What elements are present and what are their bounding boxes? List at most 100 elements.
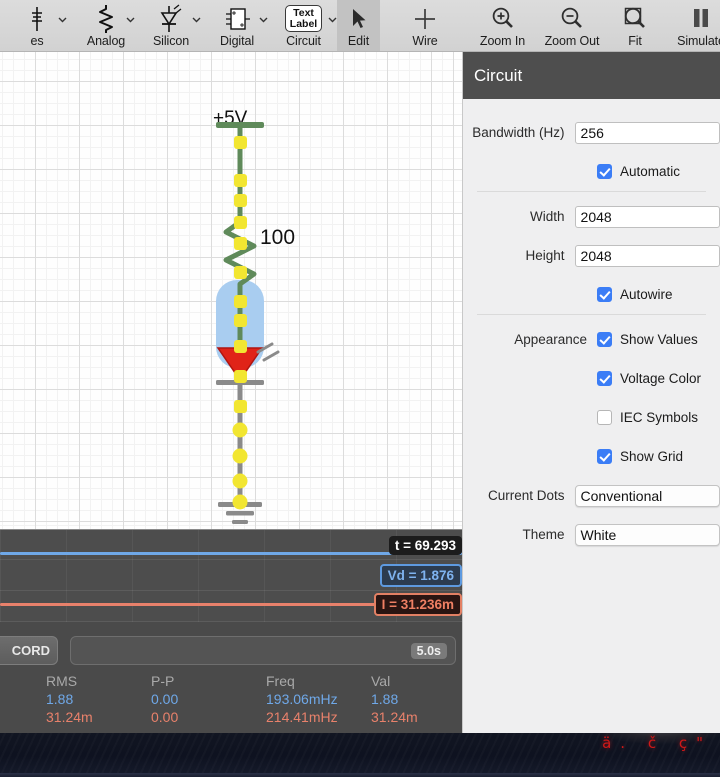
toolbar-item-circuit[interactable]: Text Label Circuit — [270, 0, 337, 51]
width-row: Width 2048 — [463, 197, 720, 236]
toolbar-item-zoom-in[interactable]: Zoom In — [470, 0, 535, 51]
bandwidth-label: Bandwidth (Hz) — [472, 125, 565, 140]
show-values-label: Show Values — [620, 332, 698, 347]
chevron-down-icon[interactable] — [57, 12, 68, 23]
toolbar-item-sources[interactable]: es — [0, 0, 74, 51]
oscilloscope-panel: t = 69.293 Vd = 1.876 I = 31.236m CORD 5… — [0, 529, 462, 733]
voltage-val: 1.88 — [371, 691, 399, 707]
show-values-row: Appearance Show Values — [463, 320, 720, 359]
schematic-canvas[interactable]: +5V 100 — [0, 52, 462, 529]
width-label: Width — [530, 209, 565, 224]
theme-select[interactable]: White — [574, 523, 720, 546]
current-val: 31.24m — [371, 709, 418, 725]
ic-chip-icon — [222, 3, 252, 34]
show-grid-checkbox[interactable] — [597, 449, 612, 464]
current-dots-row: Current Dots Conventional — [463, 476, 720, 515]
toolbar-item-wire[interactable]: Wire — [380, 0, 470, 51]
header-rms: RMS — [46, 673, 78, 689]
current-dots-select[interactable]: Conventional — [574, 484, 720, 507]
toolbar-item-edit[interactable]: Edit — [337, 0, 380, 51]
table-row: 1.88 0.00 193.06mHz 1.88 — [46, 690, 461, 708]
autowire-label: Autowire — [620, 287, 673, 302]
current-freq: 214.41mHz — [266, 709, 338, 725]
app-window: es Analog Silicon Digital Text Label Cir… — [0, 0, 720, 733]
toolbar-label-digital: Digital — [219, 34, 255, 48]
bandwidth-input[interactable]: 256 — [574, 121, 720, 144]
voltage-color-row: Voltage Color — [463, 359, 720, 398]
scope-waveform-plot[interactable]: t = 69.293 Vd = 1.876 I = 31.236m — [0, 530, 462, 622]
appearance-label: Appearance — [514, 332, 587, 347]
scope-controls: CORD 5.0s — [0, 626, 462, 670]
show-grid-row: Show Grid — [463, 437, 720, 476]
current-pp: 0.00 — [151, 709, 179, 725]
toolbar-item-zoom-out[interactable]: Zoom Out — [535, 0, 609, 51]
ground-bar-3 — [232, 520, 248, 524]
diode-icon — [158, 3, 184, 34]
iec-symbols-checkbox[interactable] — [597, 410, 612, 425]
toolbar-label-sources: es — [30, 34, 44, 48]
current-dots-label: Current Dots — [488, 488, 565, 503]
bandwidth-row: Bandwidth (Hz) 256 — [463, 113, 720, 152]
show-grid-label: Show Grid — [620, 449, 684, 464]
automatic-label: Automatic — [620, 164, 681, 179]
toolbar-item-simulate[interactable]: Simulate — [661, 0, 720, 51]
theme-row: Theme White — [463, 515, 720, 554]
toolbar-item-silicon[interactable]: Silicon — [138, 0, 204, 51]
toolbar-label-zoom-out: Zoom Out — [544, 34, 600, 48]
record-button[interactable]: CORD — [0, 636, 58, 665]
resistor-icon — [95, 3, 117, 34]
header-val: Val — [371, 673, 391, 689]
inspector-panel: Circuit Bandwidth (Hz) 256 Automatic Wid… — [462, 52, 720, 733]
automatic-checkbox[interactable] — [597, 164, 612, 179]
autowire-row: Autowire — [463, 275, 720, 314]
cursor-arrow-icon — [350, 3, 368, 34]
toolbar-label-edit: Edit — [347, 34, 370, 48]
plus-icon — [411, 3, 439, 34]
voltage-freq: 193.06mHz — [266, 691, 338, 707]
voltage-source-rail — [216, 122, 264, 128]
sources-icon — [24, 3, 67, 34]
desktop-bottom-strip — [0, 773, 720, 777]
theme-label: Theme — [522, 527, 565, 542]
magnifier-plus-icon — [489, 3, 517, 34]
height-row: Height 2048 — [463, 236, 720, 275]
toolbar-label-analog: Analog — [86, 34, 126, 48]
main-toolbar: es Analog Silicon Digital Text Label Cir… — [0, 0, 720, 52]
current-badge: I = 31.236m — [373, 593, 462, 616]
header-pp: P-P — [151, 673, 175, 689]
height-label: Height — [525, 248, 565, 263]
magnifier-fit-icon — [621, 3, 649, 34]
ground-bar-2 — [226, 511, 254, 516]
voltage-pp: 0.00 — [151, 691, 179, 707]
inspector-title: Circuit — [474, 65, 523, 85]
toolbar-label-fit: Fit — [628, 34, 642, 48]
voltage-color-checkbox[interactable] — [597, 371, 612, 386]
toolbar-item-analog[interactable]: Analog — [74, 0, 138, 51]
autowire-checkbox[interactable] — [597, 287, 612, 302]
chevron-down-icon[interactable] — [258, 12, 269, 23]
resistor-value-label: 100 — [260, 226, 296, 249]
iec-symbols-row: IEC Symbols — [463, 398, 720, 437]
show-values-checkbox[interactable] — [597, 332, 612, 347]
header-freq: Freq — [266, 673, 295, 689]
toolbar-label-zoom-in: Zoom In — [479, 34, 526, 48]
text-label-icon: Text Label — [284, 3, 323, 34]
wallpaper-glyphs: ä. č ç" — [602, 734, 712, 752]
toolbar-label-wire: Wire — [412, 34, 438, 48]
measurements-table: RMS P-P Freq Val 1.88 0.00 193.06mHz 1.8… — [0, 672, 462, 733]
chevron-down-icon[interactable] — [125, 12, 136, 23]
toolbar-label-silicon: Silicon — [152, 34, 190, 48]
chevron-down-icon[interactable] — [191, 12, 202, 23]
height-input[interactable]: 2048 — [574, 244, 720, 267]
voltage-color-label: Voltage Color — [620, 371, 702, 386]
width-input[interactable]: 2048 — [574, 205, 720, 228]
timeline-slider[interactable]: 5.0s — [70, 636, 456, 665]
circuit-schematic — [216, 122, 280, 524]
pause-icon — [689, 3, 713, 34]
toolbar-label-simulate: Simulate — [677, 34, 720, 48]
voltage-badge: Vd = 1.876 — [379, 564, 462, 587]
iec-symbols-label: IEC Symbols — [620, 410, 699, 425]
toolbar-item-digital[interactable]: Digital — [204, 0, 270, 51]
magnifier-minus-icon — [558, 3, 586, 34]
toolbar-item-fit[interactable]: Fit — [609, 0, 661, 51]
